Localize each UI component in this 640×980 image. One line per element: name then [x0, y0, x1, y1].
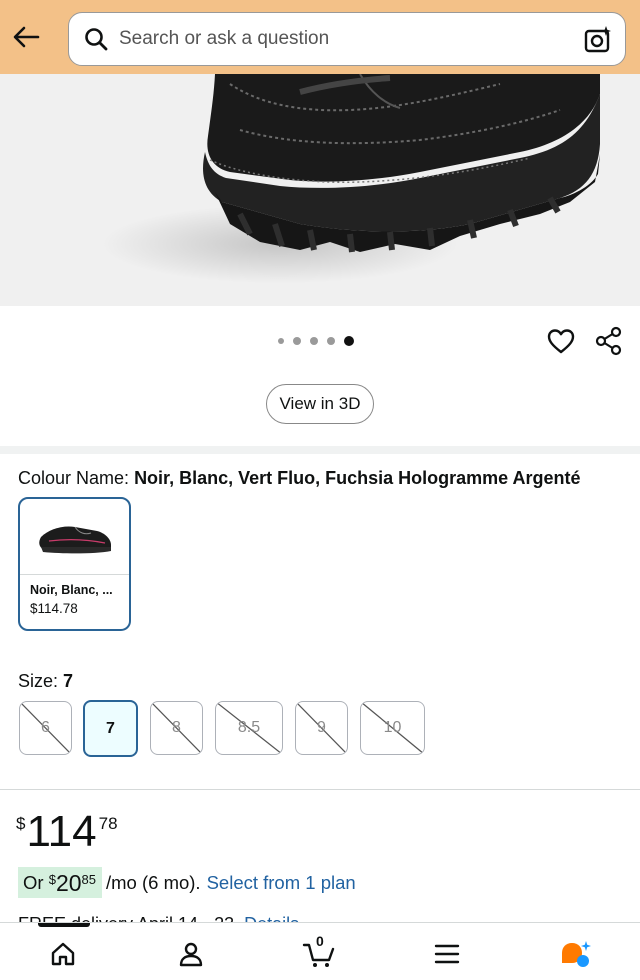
installment-fraction: 85: [81, 872, 96, 887]
view-in-3d-button[interactable]: View in 3D: [266, 384, 374, 424]
nav-home[interactable]: [46, 937, 80, 971]
search-bar[interactable]: [68, 12, 626, 66]
price-symbol: $: [16, 814, 26, 833]
pagination-dot[interactable]: [278, 338, 284, 344]
size-label: Size:: [18, 671, 59, 691]
menu-icon: [434, 944, 460, 964]
section-divider: [0, 446, 640, 454]
installment-offer: Or $ 20 85 /mo (6 mo). Select from 1 pla…: [18, 867, 356, 898]
size-option-selected[interactable]: 7: [83, 700, 138, 757]
size-line: Size: 7: [18, 671, 73, 692]
image-pagination[interactable]: [278, 336, 354, 346]
size-option-unavailable[interactable]: 8: [150, 701, 203, 755]
installment-symbol: $: [48, 872, 56, 887]
size-option-label: 9: [317, 719, 326, 736]
size-option-label: 7: [106, 719, 115, 737]
nav-rufus[interactable]: [558, 937, 592, 971]
installment-terms: /mo (6 mo).: [106, 871, 201, 893]
cart-count: 0: [316, 933, 324, 949]
wishlist-heart-icon[interactable]: [546, 326, 576, 356]
size-selected-value: 7: [63, 671, 74, 691]
price-fraction: 78: [98, 814, 118, 833]
pagination-dot[interactable]: [310, 337, 318, 345]
search-icon: [83, 26, 109, 52]
home-icon: [51, 942, 75, 966]
colour-name-line: Colour Name: Noir, Blanc, Vert Fluo, Fuc…: [18, 468, 581, 489]
sneaker-image: [203, 74, 600, 253]
share-icon[interactable]: [594, 326, 624, 356]
installment-whole: 20: [55, 870, 82, 896]
size-option-label: 8: [172, 719, 181, 736]
pagination-dot-active[interactable]: [344, 336, 354, 346]
size-option-label: 8.5: [237, 719, 261, 736]
camera-search-icon[interactable]: [583, 25, 613, 55]
colour-swatch-selected[interactable]: Noir, Blanc, ... $114.78: [18, 497, 131, 631]
pagination-dot[interactable]: [327, 337, 335, 345]
nav-cart[interactable]: 0: [302, 933, 336, 971]
size-option-label: 10: [383, 719, 402, 736]
nav-account[interactable]: [174, 937, 208, 971]
size-option-unavailable[interactable]: 8.5: [215, 701, 283, 755]
pagination-dot[interactable]: [293, 337, 301, 345]
size-option-unavailable[interactable]: 9: [295, 701, 348, 755]
back-button[interactable]: [0, 0, 52, 74]
swatch-price: $114.78: [30, 601, 78, 616]
product-image[interactable]: [0, 74, 640, 306]
back-arrow-icon: [13, 26, 40, 48]
nav-menu[interactable]: [430, 937, 464, 971]
swatch-name: Noir, Blanc, ...: [30, 583, 113, 597]
image-controls: View in 3D: [0, 306, 640, 452]
installment-prefix: Or: [23, 872, 49, 893]
price-whole: 114: [26, 807, 97, 856]
active-tab-indicator: [38, 923, 90, 927]
size-option-unavailable[interactable]: 10: [360, 701, 425, 755]
size-option-unavailable[interactable]: 6: [19, 701, 72, 755]
price: $ 114 78: [16, 806, 118, 858]
select-plan-link[interactable]: Select from 1 plan: [207, 872, 356, 894]
user-icon: [179, 942, 203, 967]
colour-value: Noir, Blanc, Vert Fluo, Fuchsia Hologram…: [134, 468, 581, 488]
search-input[interactable]: [119, 28, 559, 50]
colour-label: Colour Name:: [18, 468, 130, 488]
installment-badge: Or $ 20 85: [18, 867, 102, 898]
size-option-label: 6: [41, 719, 50, 736]
swatch-image: [20, 499, 129, 575]
divider: [0, 789, 640, 790]
rufus-assistant-icon: [562, 941, 591, 967]
top-header: [0, 0, 640, 74]
bottom-navigation: 0: [0, 922, 640, 980]
